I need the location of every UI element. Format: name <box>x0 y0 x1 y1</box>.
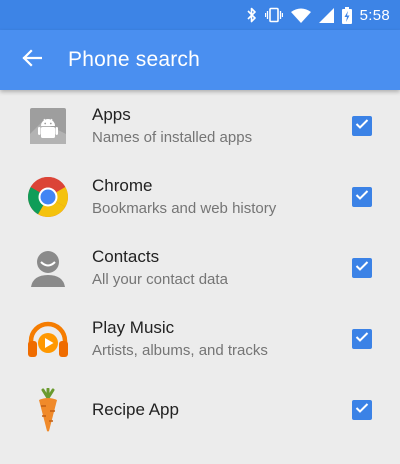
recipe-app-checkbox[interactable] <box>352 399 372 420</box>
item-title: Recipe App <box>92 399 179 419</box>
item-title: Apps <box>92 104 131 124</box>
contacts-icon <box>26 246 70 290</box>
list-item-contacts[interactable]: Contacts All your contact data <box>0 232 400 303</box>
play-music-icon <box>26 317 70 361</box>
check-icon <box>355 188 369 206</box>
item-subtitle: Artists, albums, and tracks <box>92 341 268 359</box>
back-button[interactable] <box>2 30 62 90</box>
item-title: Play Music <box>92 317 175 337</box>
item-title: Contacts <box>92 246 160 266</box>
vibrate-icon <box>264 7 283 23</box>
arrow-back-icon <box>22 48 43 73</box>
status-bar: 5:58 <box>0 0 400 30</box>
list-item-apps[interactable]: Apps Names of installed apps <box>0 90 400 161</box>
page-title: Phone search <box>68 48 200 71</box>
list-item-chrome[interactable]: Chrome Bookmarks and web history <box>0 161 400 232</box>
chrome-checkbox[interactable] <box>352 186 372 207</box>
contacts-checkbox[interactable] <box>352 257 372 278</box>
check-icon <box>355 330 369 348</box>
cellular-signal-icon <box>318 7 334 23</box>
apps-checkbox[interactable] <box>352 115 372 136</box>
carrot-icon <box>26 387 70 432</box>
list-item-recipe-app[interactable]: Recipe App <box>0 374 400 445</box>
item-subtitle: Names of installed apps <box>92 128 253 146</box>
bluetooth-icon <box>247 7 257 23</box>
check-icon <box>355 117 369 135</box>
check-icon <box>355 401 369 419</box>
search-source-list: Apps Names of installed apps Chrome Book… <box>0 90 400 445</box>
item-subtitle: Bookmarks and web history <box>92 199 277 217</box>
check-icon <box>355 259 369 277</box>
android-apps-icon <box>26 104 70 148</box>
chrome-icon <box>26 175 70 219</box>
item-subtitle: All your contact data <box>92 270 228 288</box>
battery-charging-icon <box>341 6 352 24</box>
wifi-icon <box>290 8 311 23</box>
list-item-play-music[interactable]: Play Music Artists, albums, and tracks <box>0 303 400 374</box>
item-title: Chrome <box>92 175 153 195</box>
status-time: 5:58 <box>359 6 390 24</box>
play-music-checkbox[interactable] <box>352 328 372 349</box>
app-bar: Phone search <box>0 30 400 90</box>
